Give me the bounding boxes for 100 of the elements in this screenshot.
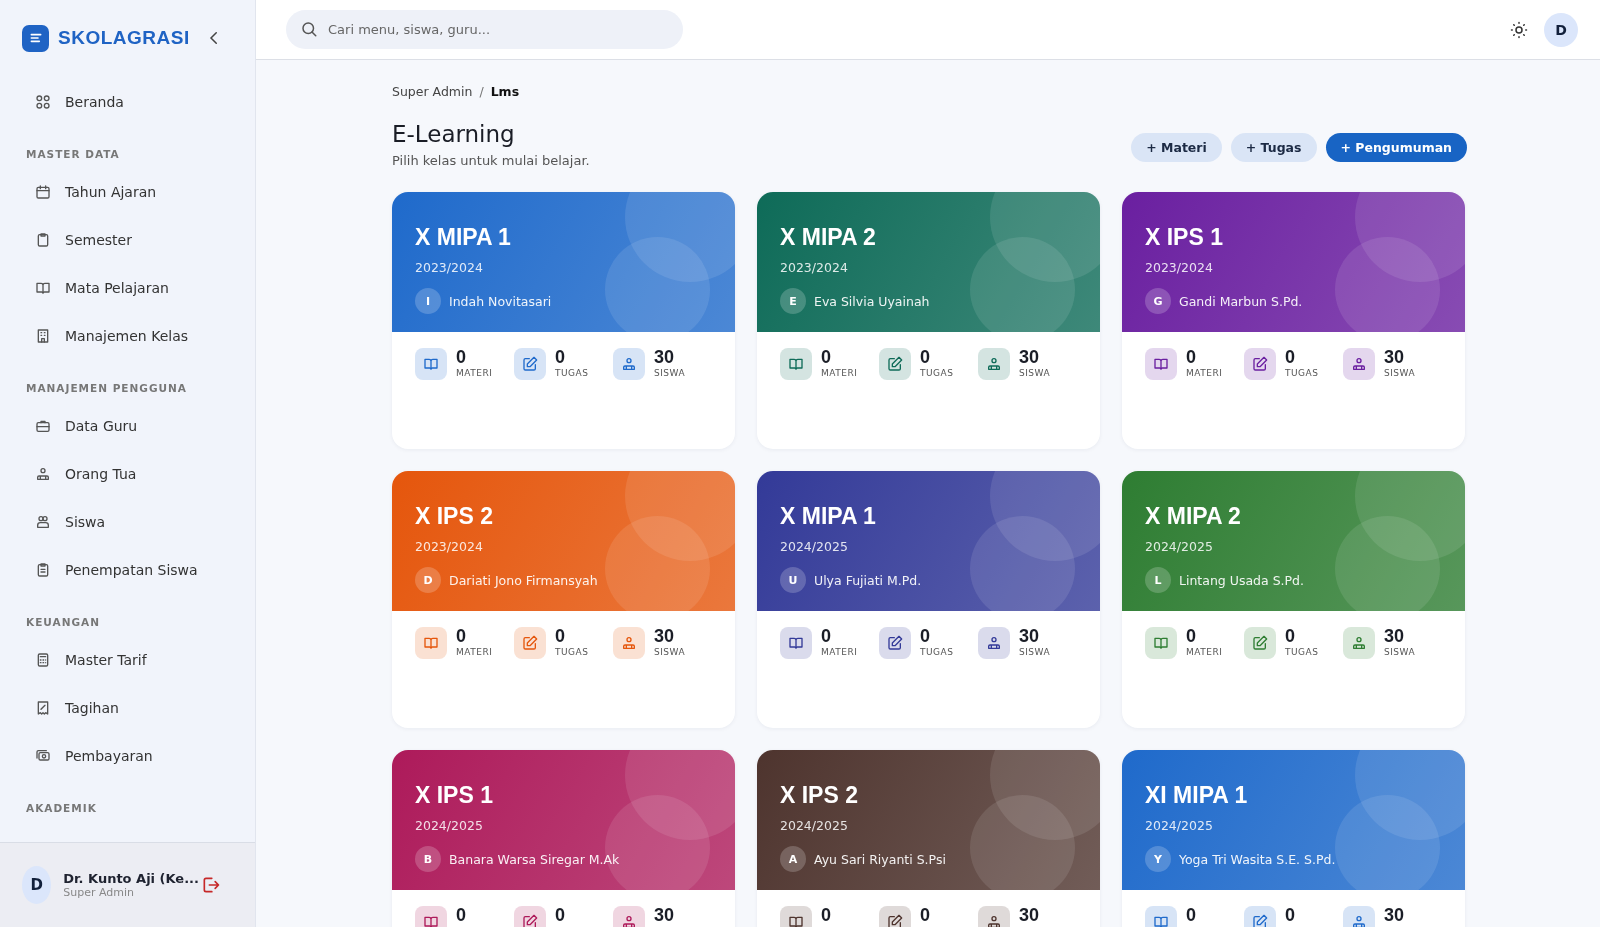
- sidebar-item[interactable]: Manajemen Kelas: [0, 312, 255, 360]
- book-icon: [788, 914, 804, 927]
- breadcrumb-item: Lms: [490, 84, 520, 99]
- teacher-avatar: L: [1145, 567, 1171, 593]
- stat-value: 0: [920, 627, 931, 645]
- stat-label: SISWA: [1384, 647, 1416, 657]
- stat-value: 0: [1186, 627, 1197, 645]
- stat-label: MATERI: [821, 647, 858, 657]
- sidebar-item[interactable]: Orang Tua: [0, 450, 255, 498]
- stat-label: SISWA: [654, 647, 686, 657]
- class-name: X MIPA 2: [1145, 503, 1242, 530]
- class-card[interactable]: XI MIPA 1 2024/2025 Y Yoga Tri Wasita S.E. S.Pd. 0 0 30: [1122, 750, 1465, 927]
- grid-icon: [35, 94, 51, 110]
- search-field[interactable]: Cari menu, siswa, guru...: [286, 10, 683, 49]
- class-card[interactable]: X MIPA 2 2024/2025 L Lintang Usada S.Pd. 0 MATERI 0 TUGAS 30 SISWA: [1122, 471, 1465, 728]
- book-icon: [1153, 635, 1169, 651]
- stat-value: 30: [1384, 348, 1406, 366]
- action-button[interactable]: + Materi: [1131, 133, 1222, 162]
- stat-value: 0: [456, 906, 466, 924]
- stat-value: 0: [456, 627, 467, 645]
- stat-value: 0: [1285, 627, 1296, 645]
- class-card[interactable]: X MIPA 2 2023/2024 E Eva Silvia Uyainah 0 MATERI 0 TUGAS 30 SISWA: [757, 192, 1100, 449]
- breadcrumb-item[interactable]: Super Admin: [392, 84, 473, 99]
- teacher-avatar: Y: [1145, 846, 1171, 872]
- sidebar-item[interactable]: Siswa: [0, 498, 255, 546]
- school-year: 2023/2024: [415, 260, 484, 275]
- stat-label: MATERI: [1186, 368, 1223, 378]
- class-card[interactable]: X IPS 1 2024/2025 B Banara Warsa Siregar M.Ak 0 0 30: [392, 750, 735, 927]
- teacher-name: Ayu Sari Riyanti S.Psi: [814, 851, 946, 867]
- school-year: 2023/2024: [780, 260, 849, 275]
- edit-icon: [522, 635, 538, 651]
- school-year: 2024/2025: [1145, 539, 1214, 554]
- section-heading: MANAJEMEN PENGGUNA: [25, 381, 188, 396]
- stat-label: TUGAS: [555, 647, 589, 657]
- section-heading: MASTER DATA: [25, 147, 121, 162]
- brand-name: SKOLAGRASI: [58, 27, 190, 49]
- class-card[interactable]: X MIPA 1 2024/2025 U Ulya Fujiati M.Pd. 0 MATERI 0 TUGAS 30 SISWA: [757, 471, 1100, 728]
- book-icon: [1153, 914, 1169, 927]
- sidebar-item[interactable]: Semester: [0, 216, 255, 264]
- teacher-name: Eva Silvia Uyainah: [814, 293, 930, 309]
- clipboard-icon: [35, 232, 51, 248]
- people-icon: [1351, 635, 1367, 651]
- people-icon: [621, 635, 637, 651]
- sidebar-item[interactable]: Beranda: [0, 78, 255, 126]
- book-icon: [788, 635, 804, 651]
- stat-label: TUGAS: [1285, 647, 1319, 657]
- sidebar-item[interactable]: Penempatan Siswa: [0, 546, 255, 594]
- stat-value: 0: [821, 906, 831, 924]
- calendar-icon: [35, 184, 51, 200]
- breadcrumb-separator: /: [479, 84, 484, 99]
- briefcase-icon: [35, 418, 51, 434]
- calculator-icon: [35, 652, 51, 668]
- sidebar-item[interactable]: Mata Pelajaran: [0, 264, 255, 312]
- action-button[interactable]: + Pengumuman: [1325, 133, 1467, 162]
- teacher-name: Ulya Fujiati M.Pd.: [814, 572, 922, 588]
- stat-value: 30: [654, 906, 675, 924]
- cash-icon: [35, 748, 51, 764]
- class-card[interactable]: X MIPA 1 2023/2024 I Indah Novitasari 0 MATERI 0 TUGAS 30 SISWA: [392, 192, 735, 449]
- action-button[interactable]: + Tugas: [1230, 133, 1317, 162]
- teacher-avatar: I: [415, 288, 441, 314]
- sidebar-item[interactable]: Data Guru: [0, 402, 255, 450]
- stat-value: 0: [555, 906, 565, 924]
- receipt-icon: [35, 700, 51, 716]
- sidebar-item[interactable]: Tahun Ajaran: [0, 168, 255, 216]
- book-icon: [788, 356, 804, 372]
- edit-icon: [1252, 914, 1268, 927]
- class-name: X IPS 2: [780, 782, 859, 809]
- sidebar-item[interactable]: Tagihan: [0, 684, 255, 732]
- section-heading: AKADEMIK: [25, 801, 98, 816]
- edit-icon: [1252, 635, 1268, 651]
- stat-value: 0: [821, 348, 832, 366]
- sidebar-item[interactable]: Master Tarif: [0, 636, 255, 684]
- avatar-button[interactable]: D: [1544, 12, 1578, 47]
- stat-value: 30: [1384, 627, 1406, 645]
- class-name: X IPS 1: [415, 782, 494, 809]
- stat-value: 30: [1384, 906, 1405, 924]
- user-role: Super Admin: [63, 886, 135, 899]
- school-year: 2023/2024: [415, 539, 484, 554]
- class-name: XI MIPA 1: [1145, 782, 1249, 809]
- class-name: X IPS 2: [415, 503, 494, 530]
- people-icon: [986, 635, 1002, 651]
- building-icon: [35, 328, 51, 344]
- people-icon: [986, 356, 1002, 372]
- stat-label: SISWA: [1019, 368, 1051, 378]
- class-card[interactable]: X IPS 2 2023/2024 D Dariati Jono Firmansyah 0 MATERI 0 TUGAS 30 SISWA: [392, 471, 735, 728]
- teacher-avatar: D: [415, 567, 441, 593]
- stat-label: MATERI: [821, 368, 858, 378]
- stat-label: MATERI: [456, 647, 493, 657]
- stat-label: TUGAS: [555, 368, 589, 378]
- people-icon: [1351, 356, 1367, 372]
- teacher-avatar: E: [780, 288, 806, 314]
- teacher-name: Lintang Usada S.Pd.: [1179, 572, 1304, 588]
- stat-value: 30: [1019, 348, 1041, 366]
- class-name: X IPS 1: [1145, 224, 1224, 251]
- class-card[interactable]: X IPS 2 2024/2025 A Ayu Sari Riyanti S.Psi 0 0 30: [757, 750, 1100, 927]
- sidebar-item[interactable]: Pembayaran: [0, 732, 255, 780]
- page-subtitle: Pilih kelas untuk mulai belajar.: [392, 153, 591, 168]
- stat-value: 0: [1186, 348, 1197, 366]
- class-card[interactable]: X IPS 1 2023/2024 G Gandi Marbun S.Pd. 0 MATERI 0 TUGAS 30 SISWA: [1122, 192, 1465, 449]
- school-year: 2024/2025: [415, 818, 484, 833]
